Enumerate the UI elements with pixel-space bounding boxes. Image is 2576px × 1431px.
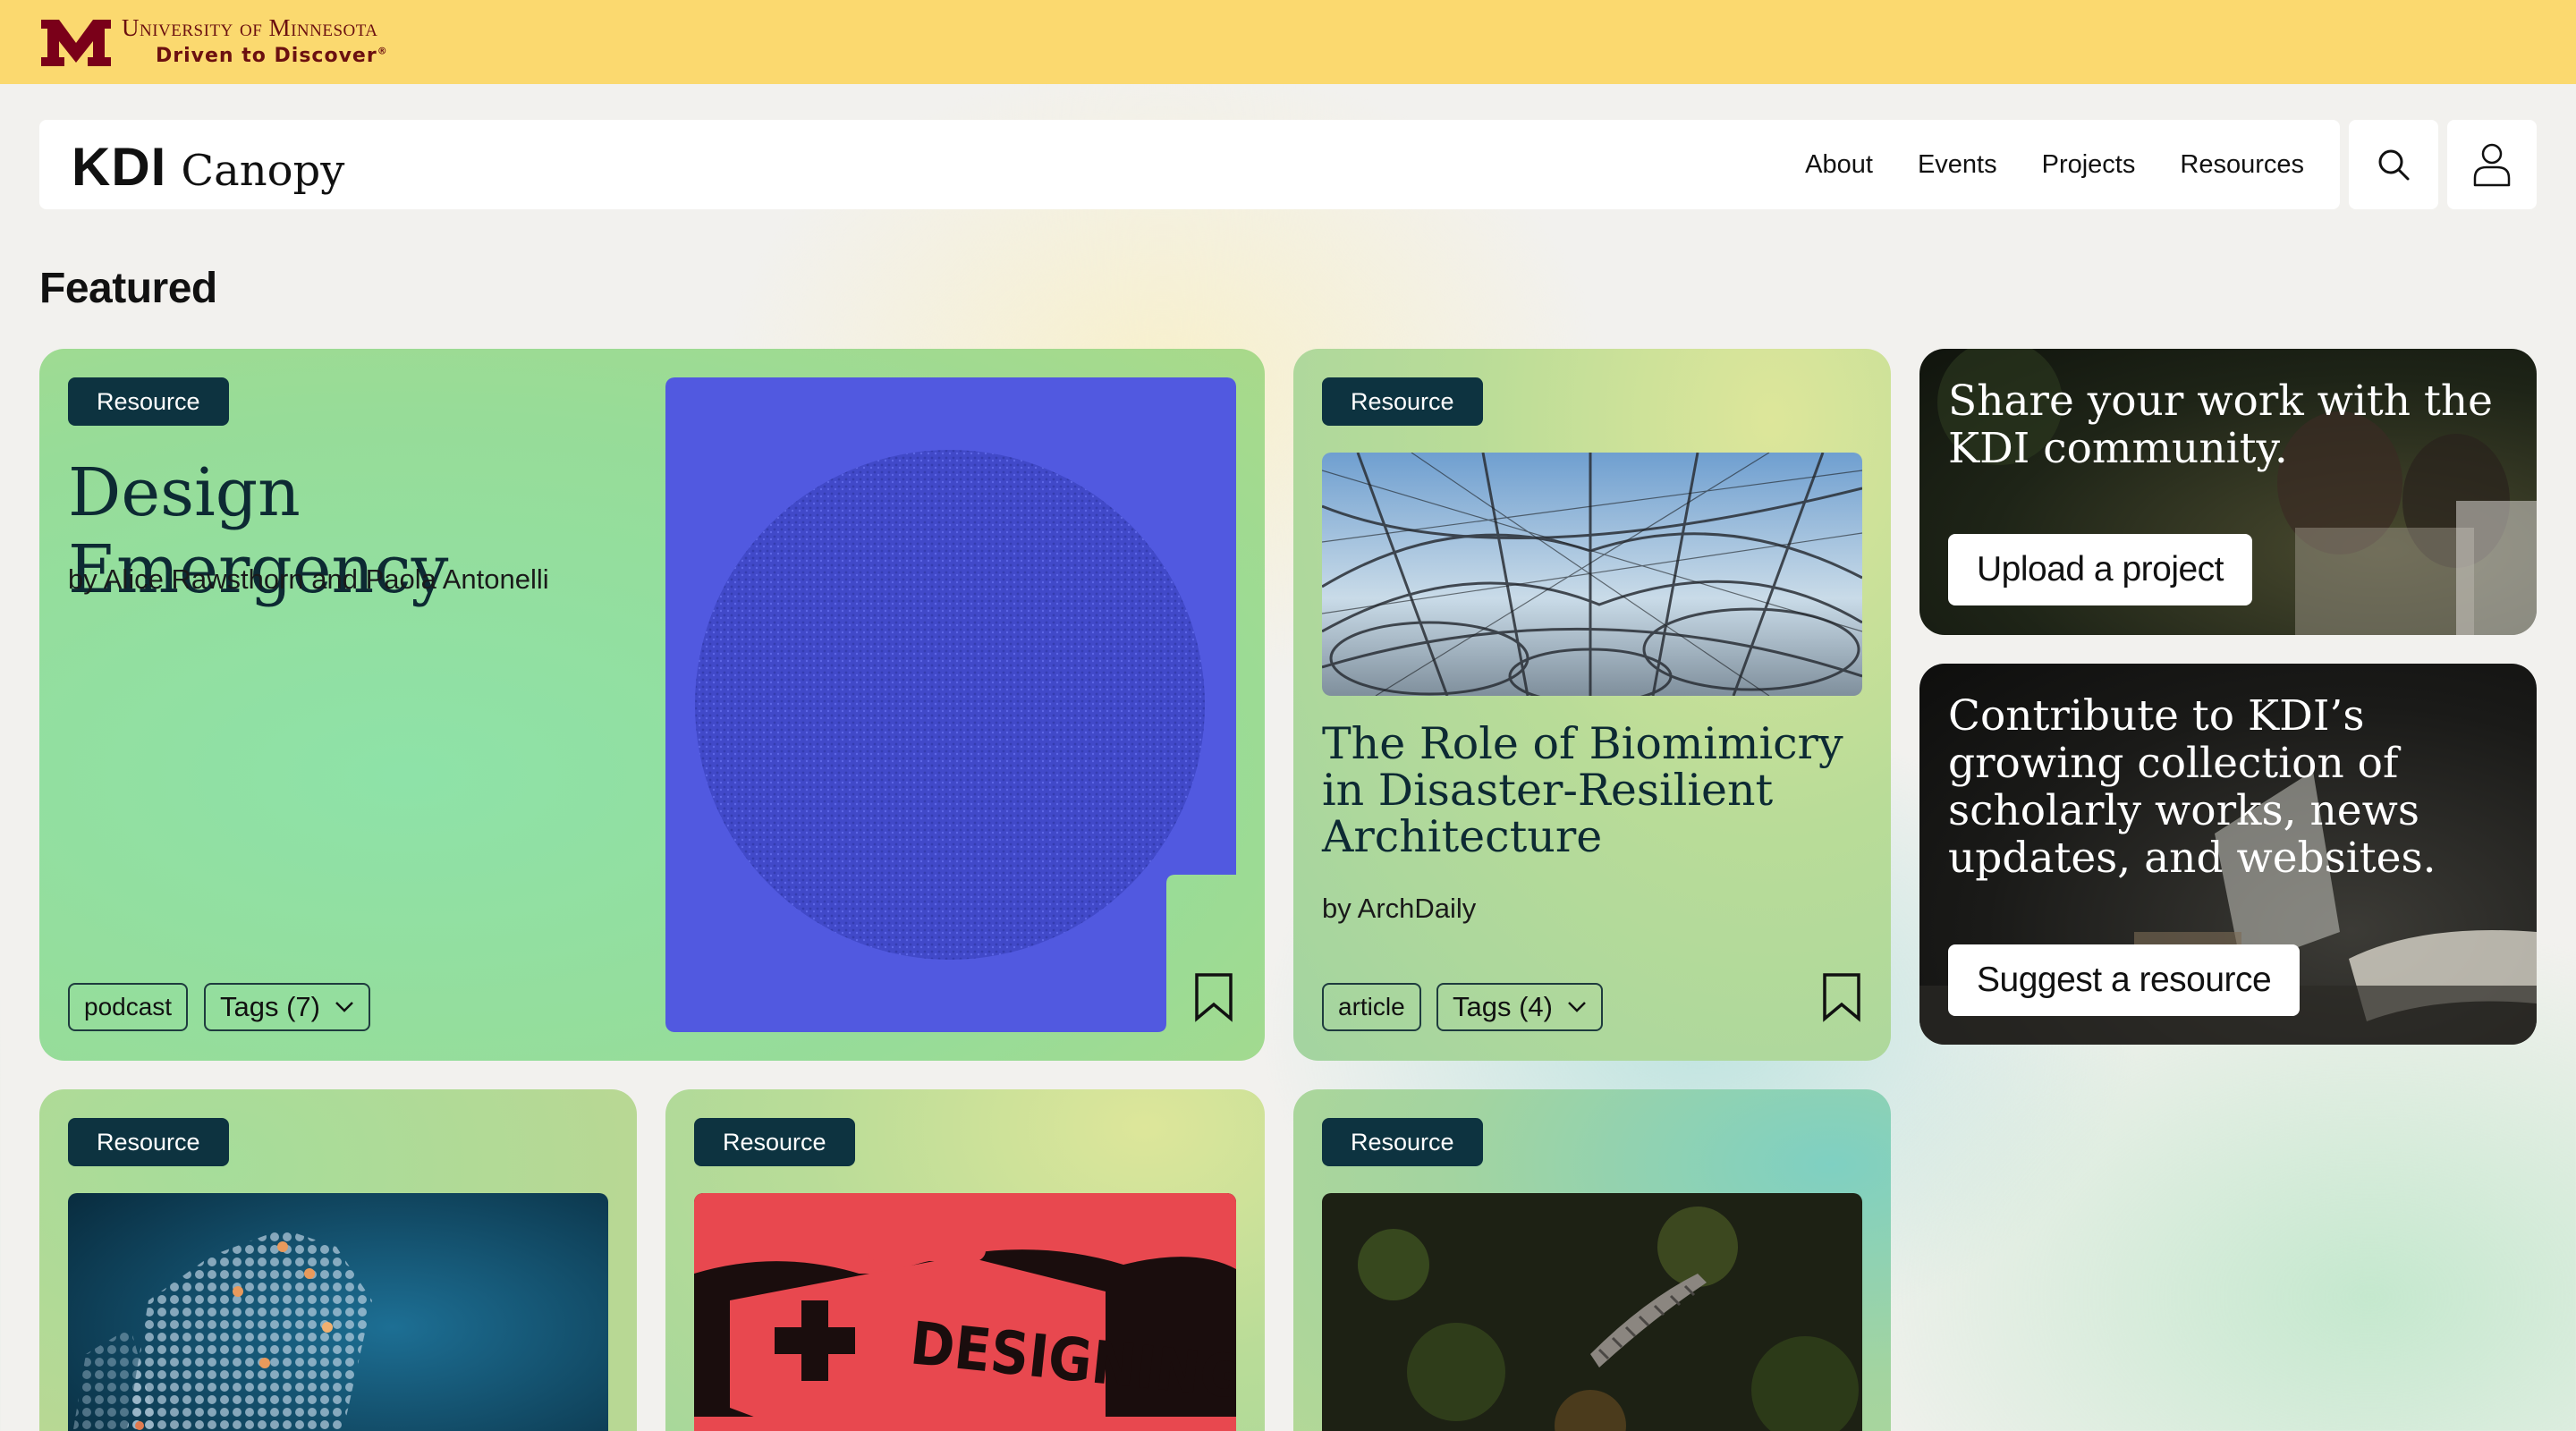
search-button[interactable] [2349, 120, 2438, 209]
university-banner: University of Minnesota Driven to Discov… [0, 0, 2576, 84]
promo-suggest-resource: Contribute to KDI’s growing collection o… [1919, 664, 2537, 1045]
resource-card[interactable]: Resource [1293, 1089, 1891, 1431]
university-name[interactable]: University of Minnesota [122, 14, 378, 42]
featured-heading: Featured [39, 265, 217, 312]
university-tagline: Driven to Discover® [156, 45, 388, 67]
resource-badge: Resource [68, 377, 229, 426]
resource-badge: Resource [68, 1118, 229, 1166]
forest-floor-photo [1322, 1193, 1862, 1431]
biomimicry-architecture-photo [1322, 453, 1862, 696]
bookmark-icon[interactable] [1193, 972, 1234, 1022]
account-button[interactable] [2447, 120, 2537, 209]
tags-dropdown[interactable]: Tags (4) [1436, 983, 1603, 1031]
chevron-down-icon [335, 1002, 353, 1012]
chevron-down-icon [1568, 1002, 1586, 1012]
resource-card-design-emergency[interactable]: Resource Design Emergency by Alice Rawst… [39, 349, 1265, 1061]
site-logo[interactable]: KDI Canopy [72, 136, 344, 198]
umn-m-logo-icon[interactable] [39, 20, 113, 66]
resource-card[interactable]: Resource DESIGNING FOR DISASTER [665, 1089, 1265, 1431]
card-byline: by ArchDaily [1322, 893, 1477, 924]
resource-card-biomimicry[interactable]: Resource The Role of Biomimicry in Disas… [1293, 349, 1891, 1061]
nanostructure-image [68, 1193, 608, 1431]
site-header: KDI Canopy About Events Projects Resourc… [39, 120, 2340, 209]
podcast-cover-art [665, 377, 1236, 1032]
suggest-resource-button[interactable]: Suggest a resource [1948, 944, 2301, 1016]
nav-about[interactable]: About [1805, 150, 1873, 180]
resource-card[interactable]: Resource [39, 1089, 637, 1431]
promo-share-text: Share your work with the KDI community. [1948, 377, 2493, 473]
brand-kdi: KDI [72, 137, 167, 197]
designing-for-disaster-image: DESIGNING FOR DISASTER [694, 1193, 1236, 1431]
card-title[interactable]: The Role of Biomimicry in Disaster-Resil… [1322, 721, 1868, 860]
bookmark-icon[interactable] [1821, 972, 1862, 1022]
nav-events[interactable]: Events [1918, 150, 1997, 180]
card-byline: by Alice Rawsthorn and Paola Antonelli [68, 563, 549, 595]
tags-dropdown[interactable]: Tags (7) [204, 983, 370, 1031]
type-chip-article[interactable]: article [1322, 983, 1421, 1031]
tags-label: Tags (7) [220, 991, 320, 1022]
main-nav: About Events Projects Resources [1805, 120, 2304, 209]
nav-projects[interactable]: Projects [2042, 150, 2136, 180]
promo-upload-project: Share your work with the KDI community. … [1919, 349, 2537, 635]
brand-canopy: Canopy [181, 146, 345, 196]
search-icon [2378, 149, 2410, 181]
tags-label: Tags (4) [1453, 991, 1553, 1022]
type-chip-podcast[interactable]: podcast [68, 983, 189, 1031]
resource-badge: Resource [1322, 1118, 1483, 1166]
resource-badge: Resource [1322, 377, 1483, 426]
resource-badge: Resource [694, 1118, 855, 1166]
promo-contribute-text: Contribute to KDI’s growing collection o… [1948, 691, 2436, 883]
upload-project-button[interactable]: Upload a project [1948, 534, 2253, 605]
nav-resources[interactable]: Resources [2180, 150, 2304, 180]
user-icon [2473, 143, 2511, 187]
